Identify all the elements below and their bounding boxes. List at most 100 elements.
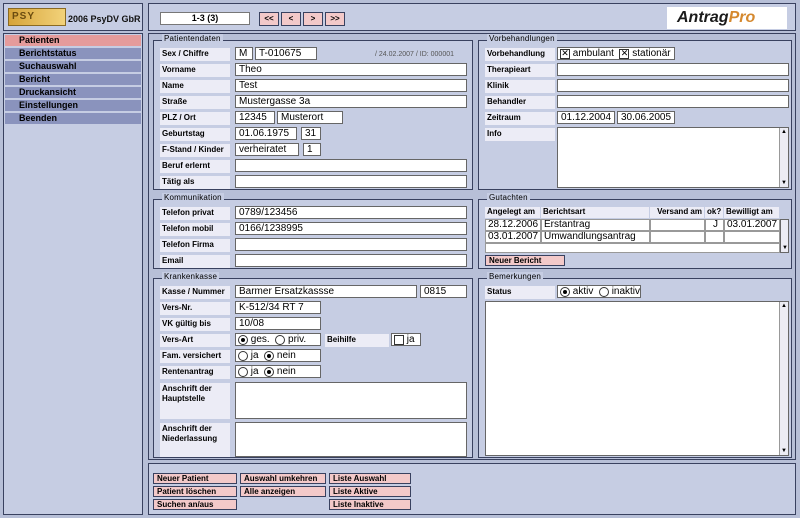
famvers-options: ja nein <box>235 349 321 362</box>
nav-patienten[interactable]: Patienten <box>5 35 141 47</box>
beihilfe-option: ja <box>391 333 421 346</box>
nav-bericht[interactable]: Bericht <box>5 74 141 86</box>
table-cell[interactable] <box>705 231 724 243</box>
table-cell[interactable]: Umwandlungsantrag <box>541 231 650 243</box>
geburtstag-field[interactable]: 01.06.1975 <box>235 127 297 140</box>
kasse-label: Kasse / Nummer <box>160 286 230 299</box>
liste-auswahl-button[interactable]: Liste Auswahl <box>329 473 411 484</box>
next-record-button[interactable]: > <box>303 12 323 26</box>
scroll-down-icon[interactable]: ▼ <box>782 245 788 251</box>
scroll-up-icon[interactable]: ▲ <box>781 129 787 135</box>
nav-einstellungen[interactable]: Einstellungen <box>5 100 141 112</box>
zeitraum-von-field[interactable]: 01.12.2004 <box>557 111 615 124</box>
rente-ja-radio[interactable] <box>238 366 248 377</box>
neuer-bericht-button[interactable]: Neuer Bericht <box>485 255 565 266</box>
vorname-field[interactable]: Theo <box>235 63 467 76</box>
ambulant-checkbox[interactable]: ✕ <box>560 48 570 59</box>
auswahl-umkehren-button[interactable]: Auswahl umkehren <box>240 473 326 484</box>
beihilfe-label: Beihilfe <box>325 334 389 347</box>
table-scrollbar[interactable]: ▼ <box>780 219 789 253</box>
hauptstelle-label: Anschrift der Hauptstelle <box>160 383 230 419</box>
rente-options: ja nein <box>235 365 321 378</box>
vorbehandlung-label: Vorbehandlung <box>485 48 555 61</box>
table-cell[interactable]: Erstantrag <box>541 219 650 231</box>
alter-field[interactable]: 31 <box>301 127 321 140</box>
liste-aktive-button[interactable]: Liste Aktive <box>329 486 411 497</box>
company-label: 2006 PsyDV GbR <box>68 14 141 24</box>
famvers-nein-radio[interactable] <box>264 350 275 361</box>
beihilfe-checkbox[interactable] <box>394 334 404 345</box>
info-textarea[interactable]: ▲ ▼ <box>557 127 789 188</box>
bemerkungen-textarea[interactable]: ▲ ▼ <box>485 301 789 456</box>
name-field[interactable]: Test <box>235 79 467 92</box>
beruf-field[interactable] <box>235 159 467 172</box>
therapieart-field[interactable] <box>557 63 789 76</box>
kassen-nummer-field[interactable]: 0815 <box>420 285 467 298</box>
patient-loeschen-button[interactable]: Patient löschen <box>153 486 237 497</box>
kinder-field[interactable]: 1 <box>303 143 321 156</box>
table-cell[interactable] <box>724 231 780 243</box>
nav-druckansicht[interactable]: Druckansicht <box>5 87 141 99</box>
prev-record-button[interactable]: < <box>281 12 301 26</box>
taetig-field[interactable] <box>235 175 467 188</box>
scroll-up-icon[interactable]: ▲ <box>781 303 787 309</box>
vorbehandlung-options: ✕ ambulant ✕ stationär <box>557 47 675 60</box>
neuer-patient-button[interactable]: Neuer Patient <box>153 473 237 484</box>
famvers-nein-label: nein <box>276 350 296 361</box>
group-title: Krankenkasse <box>162 272 220 281</box>
email-field[interactable] <box>235 254 467 267</box>
ambulant-label: ambulant <box>572 48 614 59</box>
group-kommunikation: Kommunikation Telefon privat 0789/123456… <box>153 193 473 269</box>
bemerkungen-scrollbar[interactable]: ▲ ▼ <box>779 302 788 455</box>
group-title: Kommunikation <box>162 193 224 202</box>
action-bar: Neuer Patient Patient löschen Suchen an/… <box>148 463 796 515</box>
scroll-down-icon[interactable]: ▼ <box>781 448 787 454</box>
table-cell[interactable]: 28.12.2006 <box>485 219 541 231</box>
inaktiv-radio[interactable] <box>598 286 609 297</box>
last-record-button[interactable]: >> <box>325 12 345 26</box>
ges-radio[interactable] <box>238 334 248 345</box>
first-record-button[interactable]: << <box>259 12 279 26</box>
behandler-field[interactable] <box>557 95 789 108</box>
stationaer-checkbox[interactable]: ✕ <box>619 48 630 59</box>
zeitraum-bis-field[interactable]: 30.06.2005 <box>617 111 675 124</box>
table-cell[interactable] <box>650 231 705 243</box>
klinik-field[interactable] <box>557 79 789 92</box>
nav-suchauswahl[interactable]: Suchauswahl <box>5 61 141 73</box>
table-cell[interactable] <box>650 219 705 231</box>
vk-field[interactable]: 10/08 <box>235 317 321 330</box>
hauptstelle-textarea[interactable] <box>235 382 467 419</box>
group-vorbehandlungen: Vorbehandlungen Vorbehandlung ✕ ambulant… <box>478 34 792 190</box>
plz-field[interactable]: 12345 <box>235 111 275 124</box>
nav-beenden[interactable]: Beenden <box>5 113 141 125</box>
niederlassung-textarea[interactable] <box>235 422 467 457</box>
famvers-ja-radio[interactable] <box>238 350 248 361</box>
therapieart-label: Therapieart <box>485 64 555 77</box>
telefon-privat-field[interactable]: 0789/123456 <box>235 206 467 219</box>
famvers-ja-label: ja <box>250 350 259 361</box>
versnr-field[interactable]: K-512/34 RT 7 <box>235 301 321 314</box>
nav-berichtstatus[interactable]: Berichtstatus <box>5 48 141 60</box>
sex-field[interactable]: M <box>235 47 253 60</box>
table-cell[interactable]: J <box>705 219 724 231</box>
aktiv-radio[interactable] <box>560 286 570 297</box>
telefon-firma-field[interactable] <box>235 238 467 251</box>
priv-radio[interactable] <box>275 334 286 345</box>
taetig-label: Tätig als <box>160 176 230 189</box>
suchen-toggle-button[interactable]: Suchen an/aus <box>153 499 237 510</box>
kasse-field[interactable]: Barmer Ersatzkassse <box>235 285 417 298</box>
strasse-field[interactable]: Mustergasse 3a <box>235 95 467 108</box>
klinik-label: Klinik <box>485 80 555 93</box>
scroll-down-icon[interactable]: ▼ <box>781 180 787 186</box>
ort-field[interactable]: Musterort <box>277 111 343 124</box>
table-cell[interactable]: 03.01.2007 <box>724 219 780 231</box>
rente-nein-radio[interactable] <box>264 366 275 377</box>
liste-inaktive-button[interactable]: Liste Inaktive <box>329 499 411 510</box>
chiffre-field[interactable]: T-010675 <box>255 47 317 60</box>
telefon-mobil-field[interactable]: 0166/1238995 <box>235 222 467 235</box>
alle-anzeigen-button[interactable]: Alle anzeigen <box>240 486 326 497</box>
table-cell[interactable]: 03.01.2007 <box>485 231 541 243</box>
brand-b: Pro <box>728 9 756 26</box>
fstand-field[interactable]: verheiratet <box>235 143 299 156</box>
info-scrollbar[interactable]: ▲ ▼ <box>779 128 788 187</box>
